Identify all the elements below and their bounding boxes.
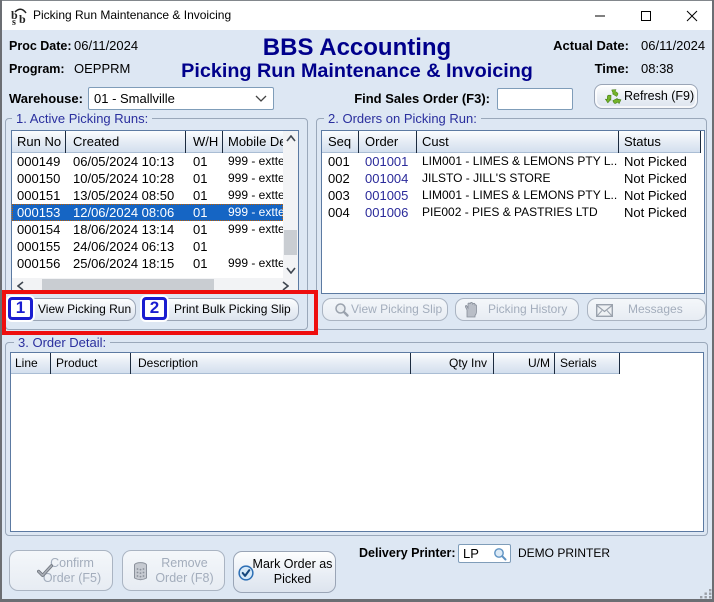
- svg-text:b: b: [19, 12, 26, 25]
- svg-text:s: s: [12, 17, 16, 25]
